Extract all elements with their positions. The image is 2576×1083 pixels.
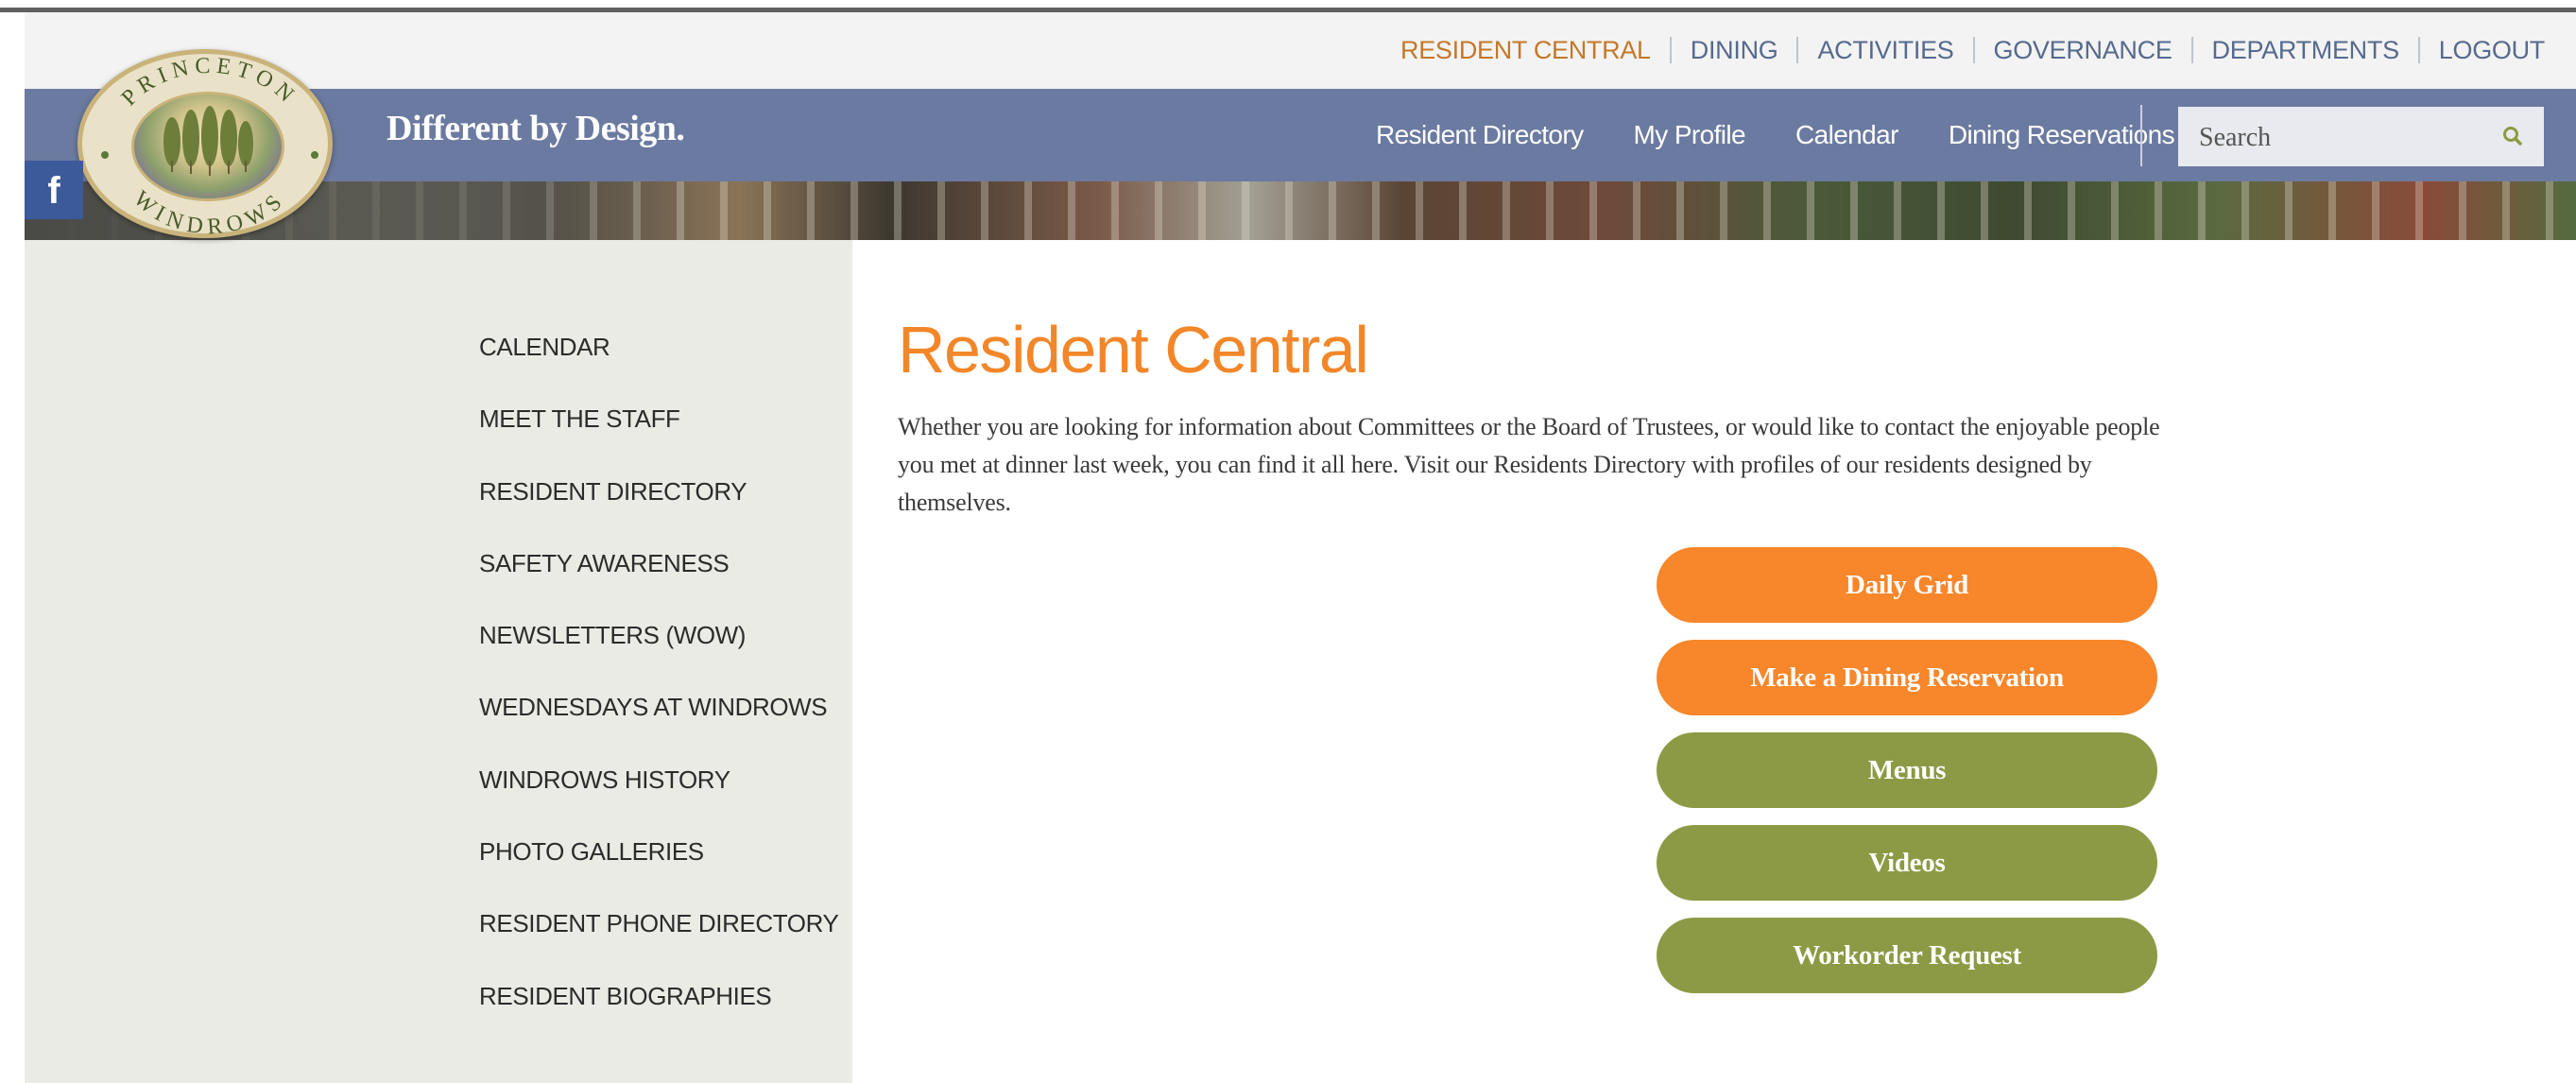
main-nav: Resident Directory My Profile Calendar D… [1376, 89, 2224, 181]
list-item: WEDNESDAYS AT WINDROWS [479, 687, 838, 759]
sidebar-item-newsletters[interactable]: NEWSLETTERS (WOW) [479, 615, 746, 648]
svg-text:WINDROWS: WINDROWS [129, 186, 291, 239]
workorder-request-button[interactable]: Workorder Request [1657, 918, 2157, 993]
svg-text:PRINCETON: PRINCETON [117, 54, 302, 111]
utility-nav-dining[interactable]: DINING [1669, 37, 1797, 63]
facebook-link[interactable]: f [25, 161, 83, 219]
search-icon[interactable] [2500, 124, 2525, 148]
sidebar-item-calendar[interactable]: CALENDAR [479, 327, 610, 360]
list-item: CALENDAR [479, 327, 838, 399]
page-title: Resident Central [898, 313, 1369, 387]
list-item: PHOTO GALLERIES [479, 832, 838, 903]
list-item: RESIDENT DIRECTORY [479, 472, 838, 543]
search-box [2178, 107, 2544, 168]
nav-resident-directory[interactable]: Resident Directory [1376, 120, 1584, 150]
sidebar-item-resident-directory[interactable]: RESIDENT DIRECTORY [479, 472, 747, 505]
videos-button[interactable]: Videos [1657, 825, 2157, 901]
nav-divider [2140, 105, 2142, 166]
main-header: Different by Design. Resident Directory … [25, 89, 2576, 181]
list-item: RESIDENT PHONE DIRECTORY [479, 903, 839, 975]
utility-nav-logout[interactable]: LOGOUT [2417, 37, 2545, 63]
utility-nav: RESIDENT CENTRAL DINING ACTIVITIES GOVER… [1382, 31, 2545, 69]
daily-grid-button[interactable]: Daily Grid [1657, 547, 2157, 623]
list-item: MEET THE STAFF [479, 399, 838, 471]
search-input[interactable] [2197, 107, 2484, 168]
action-buttons: Daily Grid Make a Dining Reservation Men… [1657, 547, 2157, 1010]
logo-lettering: PRINCETON WINDROWS [101, 54, 318, 240]
utility-nav-departments[interactable]: DEPARTMENTS [2190, 37, 2418, 63]
nav-calendar[interactable]: Calendar [1795, 120, 1898, 150]
sidebar-item-resident-phone-directory[interactable]: RESIDENT PHONE DIRECTORY [479, 903, 839, 937]
sidebar-item-windrows-history[interactable]: WINDROWS HISTORY [479, 760, 730, 793]
sidebar-item-meet-the-staff[interactable]: MEET THE STAFF [479, 399, 680, 432]
sidebar-nav: CALENDAR MEET THE STAFF RESIDENT DIRECTO… [479, 327, 839, 1048]
sidebar-item-safety-awareness[interactable]: SAFETY AWARENESS [479, 543, 730, 576]
sidebar-item-wednesdays-at-windrows[interactable]: WEDNESDAYS AT WINDROWS [479, 687, 828, 720]
header-banner-image [25, 181, 2576, 240]
utility-nav-resident-central[interactable]: RESIDENT CENTRAL [1382, 37, 1670, 63]
sidebar-item-photo-galleries[interactable]: PHOTO GALLERIES [479, 832, 704, 865]
site-logo[interactable]: PRINCETON WINDROWS [77, 49, 333, 240]
utility-nav-governance[interactable]: GOVERNANCE [1972, 37, 2191, 63]
intro-text: Whether you are looking for information … [898, 413, 2160, 516]
menus-button[interactable]: Menus [1657, 732, 2157, 808]
svg-text:f: f [47, 171, 60, 209]
list-item: WINDROWS HISTORY [479, 760, 838, 832]
nav-my-profile[interactable]: My Profile [1634, 120, 1746, 150]
list-item: NEWSLETTERS (WOW) [479, 615, 838, 687]
dining-reservation-button[interactable]: Make a Dining Reservation [1657, 640, 2157, 715]
utility-nav-activities[interactable]: ACTIVITIES [1796, 37, 1972, 63]
list-item: RESIDENT BIOGRAPHIES [479, 976, 838, 1048]
sidebar: CALENDAR MEET THE STAFF RESIDENT DIRECTO… [25, 240, 852, 1083]
sidebar-item-resident-biographies[interactable]: RESIDENT BIOGRAPHIES [479, 976, 772, 1009]
list-item: SAFETY AWARENESS [479, 543, 838, 615]
utility-bar: RESIDENT CENTRAL DINING ACTIVITIES GOVER… [25, 12, 2576, 89]
facebook-icon: f [47, 171, 60, 209]
site-tagline: Different by Design. [386, 109, 685, 148]
